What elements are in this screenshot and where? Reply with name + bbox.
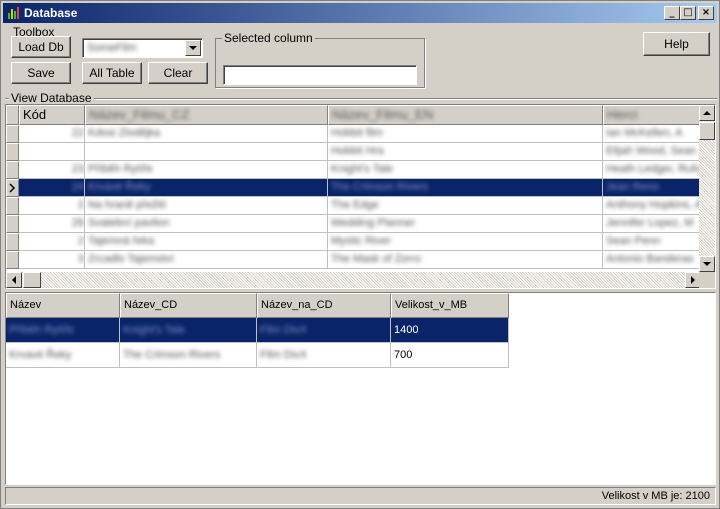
table-row[interactable]: 23 Příběh Rytíře Knight's Tale Heath Ledger… — [6, 161, 701, 179]
table-cell-kod[interactable] — [19, 143, 85, 161]
table-cell-kod[interactable]: 22 — [19, 125, 85, 143]
table-row[interactable]: 3 Zrcadlo Tajemství The Mask of Zorro Anton… — [6, 251, 701, 269]
table-cell-kod[interactable]: 23 — [19, 161, 85, 179]
table-cell-en[interactable]: The Crimson Rivers — [328, 179, 603, 197]
scroll-left-icon[interactable] — [6, 272, 22, 288]
result-cell-velikost[interactable]: 1400 — [391, 318, 509, 343]
minimize-icon[interactable]: _ — [664, 6, 680, 20]
table-cell-en[interactable]: Mystic River — [328, 233, 603, 251]
column-header-herci[interactable]: Herci — [603, 105, 701, 125]
table-cell-herci[interactable]: Antonio Banderas — [603, 251, 701, 269]
row-header[interactable] — [6, 179, 19, 197]
table-row[interactable]: 2 Na hraně přežití The Edge Anthony Hopkins… — [6, 197, 701, 215]
table-cell-en[interactable]: Wedding Planner — [328, 215, 603, 233]
table-cell-herci[interactable]: Jennifer Lopez, M — [603, 215, 701, 233]
save-button[interactable]: Save — [11, 62, 71, 84]
row-header[interactable] — [6, 215, 19, 233]
table-cell-herci[interactable]: Jean Reno — [603, 179, 701, 197]
table-cell-cz[interactable]: Krvavé Řeky — [85, 179, 328, 197]
table-row[interactable]: 2 Tajemná řeka Mystic River Sean Penn — [6, 233, 701, 251]
table-cell-cz[interactable] — [85, 143, 328, 161]
status-bar: Velikost v MB je: 2100 — [5, 487, 716, 505]
result-cell-nazev_na_cd[interactable]: Film DivX — [257, 318, 391, 343]
row-header-corner — [6, 105, 19, 125]
table-cell-cz[interactable]: Svatební pavilon — [85, 215, 328, 233]
result-cell-nazev[interactable]: Příběh Rytíře — [6, 318, 120, 343]
result-cell-nazev_cd[interactable]: Knight's Tale — [120, 318, 257, 343]
chevron-down-icon[interactable] — [185, 40, 201, 56]
result-cell-nazev_cd[interactable]: The Crimson Rivers — [120, 343, 257, 368]
table-cell-herci[interactable]: Elijah Wood, Sean — [603, 143, 701, 161]
all-table-button[interactable]: All Table — [82, 62, 142, 84]
table-cell-herci[interactable]: Sean Penn — [603, 233, 701, 251]
help-button[interactable]: Help — [643, 32, 710, 56]
window-title: Database — [24, 6, 78, 20]
hscroll-thumb[interactable] — [23, 272, 41, 288]
row-header[interactable] — [6, 251, 19, 269]
column-header-nazev[interactable]: Název — [6, 293, 120, 318]
table-cell-en[interactable]: The Edge — [328, 197, 603, 215]
row-header[interactable] — [6, 143, 19, 161]
view-database-group: View Database — [5, 91, 717, 105]
filter-combo[interactable]: SomeFilm — [82, 38, 203, 58]
column-header-nazev-cd[interactable]: Název_CD — [120, 293, 257, 318]
table-row[interactable]: Hobbit Hra Elijah Wood, Sean — [6, 143, 701, 161]
vertical-scrollbar[interactable] — [699, 105, 715, 272]
table-cell-herci[interactable]: Heath Ledger, Rufus — [603, 161, 701, 179]
row-header[interactable] — [6, 233, 19, 251]
table-cell-herci[interactable]: Anthony Hopkins, Alec — [603, 197, 701, 215]
load-db-button[interactable]: Load Db — [11, 36, 71, 58]
table-cell-en[interactable]: Knight's Tale — [328, 161, 603, 179]
combo-value: SomeFilm — [87, 42, 137, 54]
table-cell-kod[interactable]: 3 — [19, 251, 85, 269]
scroll-thumb[interactable] — [699, 122, 715, 140]
clear-button[interactable]: Clear — [148, 62, 208, 84]
table-row[interactable]: 22 Kdosi Zlodějka Hobbit film Ian McKellen,… — [6, 125, 701, 143]
table-cell-kod[interactable]: 2 — [19, 197, 85, 215]
table-cell-en[interactable]: Hobbit Hra — [328, 143, 603, 161]
maximize-icon[interactable]: □ — [680, 6, 696, 20]
row-header[interactable] — [6, 125, 19, 143]
row-header[interactable] — [6, 161, 19, 179]
scroll-down-icon[interactable] — [699, 256, 715, 272]
app-icon — [6, 6, 20, 20]
row-header[interactable] — [6, 197, 19, 215]
result-grid[interactable]: Název Název_CD Název_na_CD Velikost_v_MB… — [5, 292, 716, 485]
table-cell-en[interactable]: Hobbit film — [328, 125, 603, 143]
selected-column-label: Selected column — [222, 31, 315, 45]
result-cell-nazev[interactable]: Krvavé Řeky — [6, 343, 120, 368]
table-cell-cz[interactable]: Příběh Rytíře — [85, 161, 328, 179]
table-row[interactable]: 24 Krvavé Řeky The Crimson Rivers Jean Reno — [6, 179, 701, 197]
table-cell-cz[interactable]: Na hraně přežití — [85, 197, 328, 215]
table-cell-herci[interactable]: Ian McKellen, A — [603, 125, 701, 143]
scroll-corner — [699, 272, 715, 288]
column-header-velikost[interactable]: Velikost_v_MB — [391, 293, 509, 318]
table-cell-cz[interactable]: Kdosi Zlodějka — [85, 125, 328, 143]
column-header-nazev-en[interactable]: Název_Filmu_EN — [328, 105, 603, 125]
table-row[interactable]: 28 Svatební pavilon Wedding Planner Jennife… — [6, 215, 701, 233]
main-window: Database _ □ × Toolbox Load Db SomeFilm … — [0, 0, 720, 509]
column-header-nazev-cz[interactable]: Název_Filmu_CZ — [85, 105, 328, 125]
table-cell-kod[interactable]: 2 — [19, 233, 85, 251]
status-text: Velikost v MB je: 2100 — [601, 490, 710, 502]
table-cell-en[interactable]: The Mask of Zorro — [328, 251, 603, 269]
table-cell-kod[interactable]: 28 — [19, 215, 85, 233]
table-cell-kod[interactable]: 24 — [19, 179, 85, 197]
column-header-nazev-na-cd[interactable]: Název_na_CD — [257, 293, 391, 318]
horizontal-scrollbar[interactable] — [6, 272, 701, 288]
column-header-kod[interactable]: Kód — [19, 105, 85, 125]
database-grid[interactable]: Kód Název_Filmu_CZ Název_Filmu_EN Herci … — [5, 104, 716, 289]
view-database-label: View Database — [9, 91, 94, 105]
table-cell-cz[interactable]: Zrcadlo Tajemství — [85, 251, 328, 269]
current-row-icon — [9, 183, 16, 193]
scroll-up-icon[interactable] — [699, 105, 715, 121]
title-bar[interactable]: Database _ □ × — [3, 3, 717, 23]
table-cell-cz[interactable]: Tajemná řeka — [85, 233, 328, 251]
result-cell-nazev_na_cd[interactable]: Film DivX — [257, 343, 391, 368]
close-icon[interactable]: × — [698, 6, 714, 20]
selected-column-input[interactable] — [223, 65, 417, 85]
result-cell-velikost[interactable]: 700 — [391, 343, 509, 368]
